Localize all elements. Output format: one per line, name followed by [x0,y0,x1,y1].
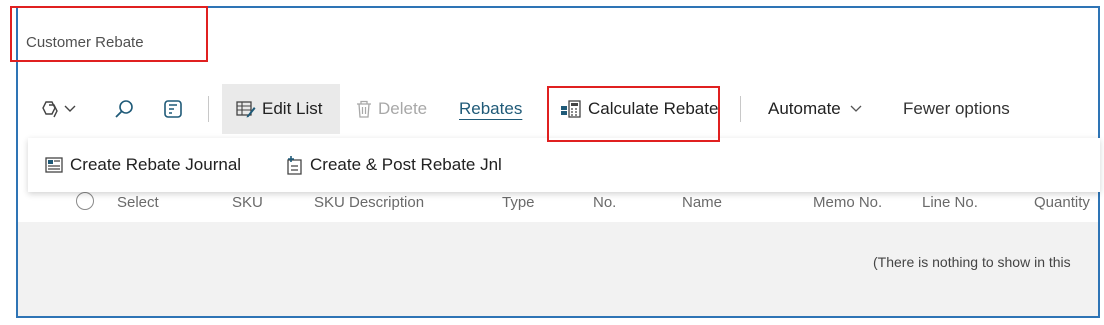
create-post-rebate-jnl-item[interactable]: Create & Post Rebate Jnl [284,138,502,192]
fewer-options-label: Fewer options [903,99,1010,118]
create-rebate-journal-label: Create Rebate Journal [70,155,242,174]
rebates-menu[interactable]: Rebates [459,84,522,134]
rebates-label: Rebates [459,99,523,118]
create-post-rebate-jnl-label: Create & Post Rebate Jnl [310,155,502,174]
list-body: (There is nothing to show in this [18,222,1098,316]
column-header-no[interactable]: No. [593,194,616,211]
edit-list-button[interactable]: Edit List [236,84,322,134]
select-all-radio[interactable] [76,192,94,210]
column-header-name[interactable]: Name [682,194,722,211]
search-button[interactable] [114,84,134,134]
edit-list-label: Edit List [262,99,323,118]
column-header-sku-description[interactable]: SKU Description [314,194,424,211]
column-header-select[interactable]: Select [117,194,159,211]
automate-menu[interactable]: Automate [768,84,863,134]
chevron-down-icon [849,104,863,114]
delete-button[interactable]: Delete [356,84,427,134]
filter-pane-icon [163,99,183,119]
column-header-memo-no[interactable]: Memo No. [813,194,882,211]
rebates-flyout-menu: Create Rebate Journal Create & Post Reba… [28,138,1100,192]
toolbar-separator [208,96,209,122]
create-rebate-journal-item[interactable]: Create Rebate Journal [44,138,241,192]
edit-list-icon [236,100,256,118]
delete-label: Delete [378,99,428,118]
empty-list-message: (There is nothing to show in this [873,254,1071,270]
search-icon [114,99,134,119]
fewer-options-button[interactable]: Fewer options [903,84,1010,134]
chevron-down-icon [63,104,77,114]
list-header-row: Select SKU SKU Description Type No. Name… [18,188,1098,220]
toolbar-separator [740,96,741,122]
calculate-rebate-highlight-box [547,86,720,142]
column-header-sku[interactable]: SKU [232,194,263,211]
actions-icon [40,100,60,118]
journal-icon [44,156,64,174]
post-journal-icon [284,155,304,175]
automate-label: Automate [768,99,841,118]
column-header-quantity[interactable]: Quantity [1034,194,1090,211]
title-highlight-box [10,6,208,62]
column-header-line-no[interactable]: Line No. [922,194,978,211]
actions-menu-button[interactable] [40,84,77,134]
column-header-type[interactable]: Type [502,194,535,211]
filter-pane-button[interactable] [163,84,183,134]
trash-icon [356,100,372,118]
